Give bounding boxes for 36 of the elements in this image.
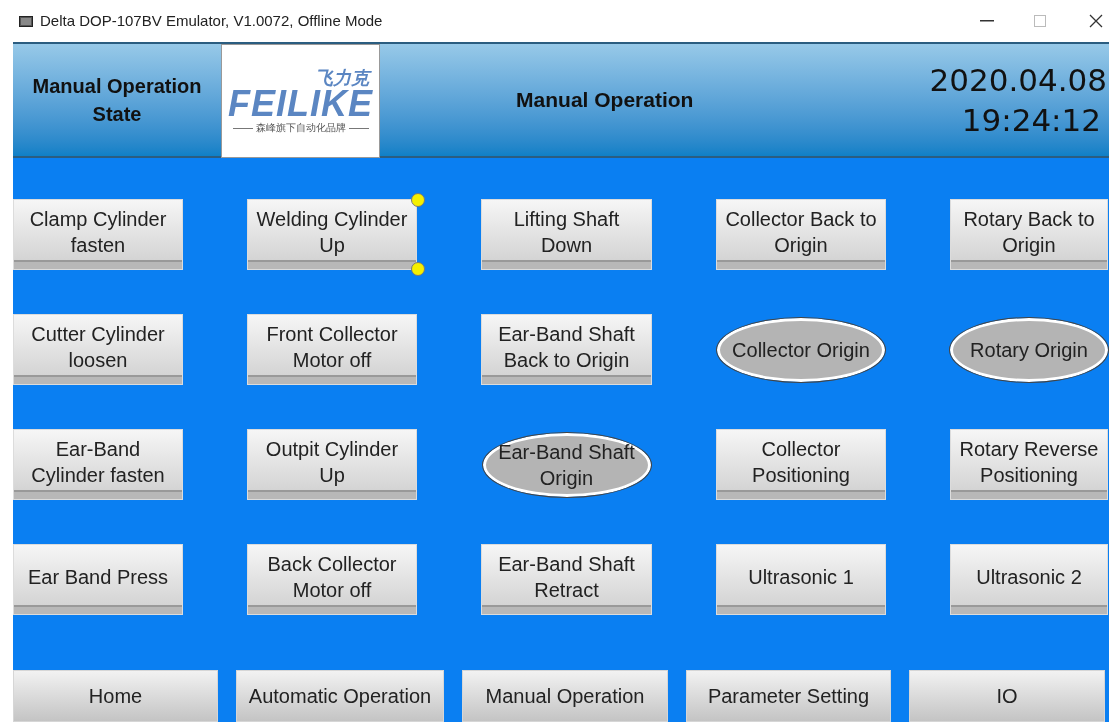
control-button[interactable]: Collector Positioning <box>716 429 886 500</box>
time-display: 19:24:12 <box>961 102 1101 138</box>
minimize-icon[interactable] <box>980 20 994 22</box>
control-button[interactable]: Clamp Cylinder fasten <box>13 199 183 270</box>
nav-button[interactable]: Home <box>13 670 218 722</box>
control-button[interactable]: Outpit Cylinder Up <box>247 429 417 500</box>
control-button[interactable]: Cutter Cylinder loosen <box>13 314 183 385</box>
logo: 飞力克 FEILIKE 森峰旗下自动化品牌 <box>221 44 380 158</box>
nav-button[interactable]: Automatic Operation <box>236 670 444 722</box>
origin-indicator[interactable]: Rotary Origin <box>950 317 1108 382</box>
close-icon[interactable] <box>1089 14 1103 28</box>
window-title: Delta DOP-107BV Emulator, V1.0072, Offline Mode <box>40 10 383 31</box>
control-button[interactable]: Collector Back to Origin <box>716 199 886 270</box>
nav-button[interactable]: Parameter Setting <box>686 670 891 722</box>
nav-button[interactable]: Manual Operation <box>462 670 668 722</box>
control-button[interactable]: Welding Cylinder Up <box>247 199 417 270</box>
control-button[interactable]: Front Collector Motor off <box>247 314 417 385</box>
handle-icon[interactable] <box>411 262 425 276</box>
control-button[interactable]: Rotary Reverse Positioning <box>950 429 1108 500</box>
control-button[interactable]: Rotary Back to Origin <box>950 199 1108 270</box>
app-icon <box>19 15 33 27</box>
date-display: 2020.04.08 <box>929 62 1107 98</box>
control-button[interactable]: Back Collector Motor off <box>247 544 417 615</box>
control-button[interactable]: Lifting Shaft Down <box>481 199 652 270</box>
origin-indicator[interactable]: Collector Origin <box>717 317 885 382</box>
handle-icon[interactable] <box>411 193 425 207</box>
control-button[interactable]: Ultrasonic 1 <box>716 544 886 615</box>
control-button[interactable]: Ultrasonic 2 <box>950 544 1108 615</box>
control-button[interactable]: Ear-Band Shaft Retract <box>481 544 652 615</box>
control-button[interactable]: Ear-Band Cylinder fasten <box>13 429 183 500</box>
screen-title: Manual Operation <box>516 87 694 114</box>
control-button[interactable]: Ear Band Press <box>13 544 183 615</box>
control-button[interactable]: Ear-Band Shaft Back to Origin <box>481 314 652 385</box>
state-label: Manual Operation State <box>31 74 203 127</box>
origin-indicator[interactable]: Ear-Band Shaft Origin <box>482 432 651 497</box>
nav-button[interactable]: IO <box>909 670 1105 722</box>
